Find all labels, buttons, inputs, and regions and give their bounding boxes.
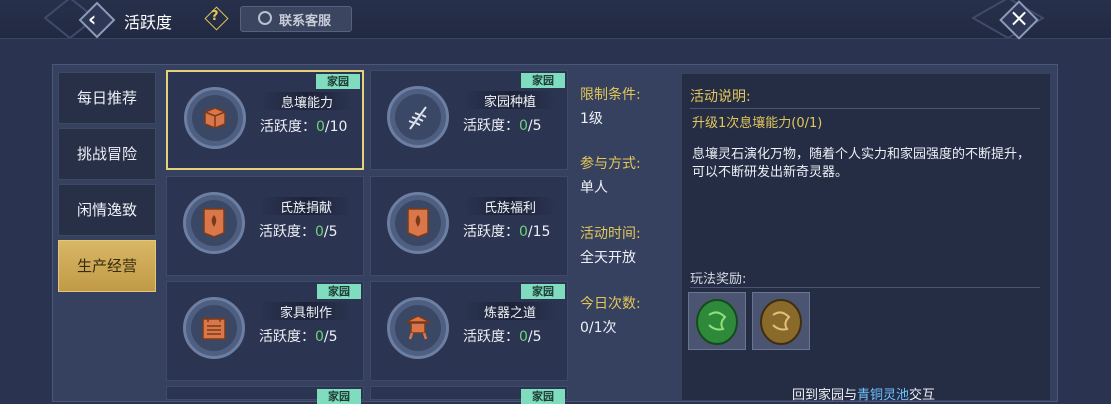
page-title: 活跃度: [124, 13, 173, 32]
tag-badge: 家园: [317, 284, 361, 299]
contact-support-label: 联系客服: [279, 14, 332, 29]
description-header: 活动说明:: [690, 89, 751, 105]
reward-item[interactable]: [688, 292, 746, 350]
activity-card[interactable]: 氏族捐献 活跃度：0/5: [166, 176, 364, 276]
count-value: 0/1次: [580, 320, 617, 336]
activity-progress: 活跃度：0/10: [260, 119, 348, 135]
time-label: 活动时间:: [580, 226, 641, 242]
divider: [690, 108, 1040, 109]
close-icon: ×: [1009, 4, 1030, 32]
bronze-jade-icon: [760, 299, 802, 345]
count-label: 今日次数:: [580, 296, 641, 312]
activity-card[interactable]: 家园 家具制作 活跃度：0/5: [166, 281, 364, 381]
contact-support-button[interactable]: 联系客服: [240, 6, 352, 32]
reward-item[interactable]: [752, 292, 810, 350]
tab-production[interactable]: 生产经营: [58, 240, 156, 292]
tab-daily-recommend[interactable]: 每日推荐: [58, 72, 156, 124]
limit-value: 1级: [580, 111, 603, 127]
green-jade-icon: [696, 299, 738, 345]
mode-value: 单人: [580, 180, 608, 196]
wheat-icon: [408, 106, 427, 130]
furnace-icon: [405, 315, 431, 340]
activity-progress: 活跃度：0/5: [463, 329, 542, 345]
divider: [690, 287, 1040, 288]
activity-progress: 活跃度：0/5: [259, 224, 338, 240]
activity-card[interactable]: 家园 家园种植 活跃度：0/5: [370, 70, 568, 170]
banner-icon: [203, 208, 225, 238]
activity-name: 息壤能力: [262, 92, 352, 111]
activity-name: 氏族福利: [465, 197, 555, 216]
description-text: 息壤灵石演化万物，随着个人实力和家园强度的不断提升，可以不断研发出新奇灵器。: [692, 147, 1031, 180]
limit-info: 限制条件: 1级: [580, 84, 680, 128]
activity-name: 家具制作: [261, 302, 351, 321]
close-button[interactable]: ×: [999, 0, 1039, 40]
task-requirement: 升级1次息壤能力(0/1): [692, 116, 823, 131]
chevron-left-icon: ‹: [88, 7, 97, 31]
interaction-hint: 回到家园与青铜灵池交互: [792, 388, 936, 403]
tag-badge: 家园: [521, 389, 565, 404]
count-info: 今日次数: 0/1次: [580, 293, 680, 337]
mode-label: 参与方式:: [580, 156, 641, 172]
hint-highlight: 青铜灵池: [857, 388, 910, 403]
time-info: 活动时间: 全天开放: [580, 223, 680, 267]
description-panel: 活动说明: 升级1次息壤能力(0/1) 息壤灵石演化万物，随着个人实力和家园强度…: [682, 74, 1050, 403]
back-button[interactable]: ‹: [78, 1, 116, 39]
tag-badge: 家园: [521, 284, 565, 299]
box-icon: [204, 107, 226, 129]
help-icon[interactable]: ?: [204, 6, 229, 31]
tab-leisure[interactable]: 闲情逸致: [58, 184, 156, 236]
headset-icon: [258, 11, 272, 25]
calendar-icon: [202, 317, 226, 340]
activity-card[interactable]: 家园 息壤能力 活跃度：0/10: [166, 70, 364, 170]
tag-badge: 家园: [316, 74, 360, 89]
reward-header: 玩法奖励:: [690, 272, 747, 287]
activity-card[interactable]: 家园 炼器之道 活跃度：0/5: [370, 281, 568, 381]
activity-card[interactable]: 氏族福利 活跃度：0/15: [370, 176, 568, 276]
tag-badge: 家园: [317, 389, 361, 404]
activity-name: 家园种植: [465, 91, 555, 110]
time-value: 全天开放: [580, 250, 636, 266]
banner-icon: [407, 208, 429, 238]
activity-progress: 活跃度：0/5: [463, 118, 542, 134]
activity-name: 炼器之道: [465, 302, 555, 321]
tag-badge: 家园: [521, 73, 565, 88]
activity-progress: 活跃度：0/5: [259, 329, 338, 345]
activity-progress: 活跃度：0/15: [463, 224, 551, 240]
mode-info: 参与方式: 单人: [580, 153, 680, 197]
activity-card[interactable]: 家园: [166, 386, 364, 404]
activity-card[interactable]: 家园: [370, 386, 568, 404]
top-bar: ‹ 活跃度 ? 联系客服 ×: [0, 0, 1111, 40]
tab-challenge[interactable]: 挑战冒险: [58, 128, 156, 180]
activity-name: 氏族捐献: [261, 197, 351, 216]
limit-label: 限制条件:: [580, 87, 641, 103]
